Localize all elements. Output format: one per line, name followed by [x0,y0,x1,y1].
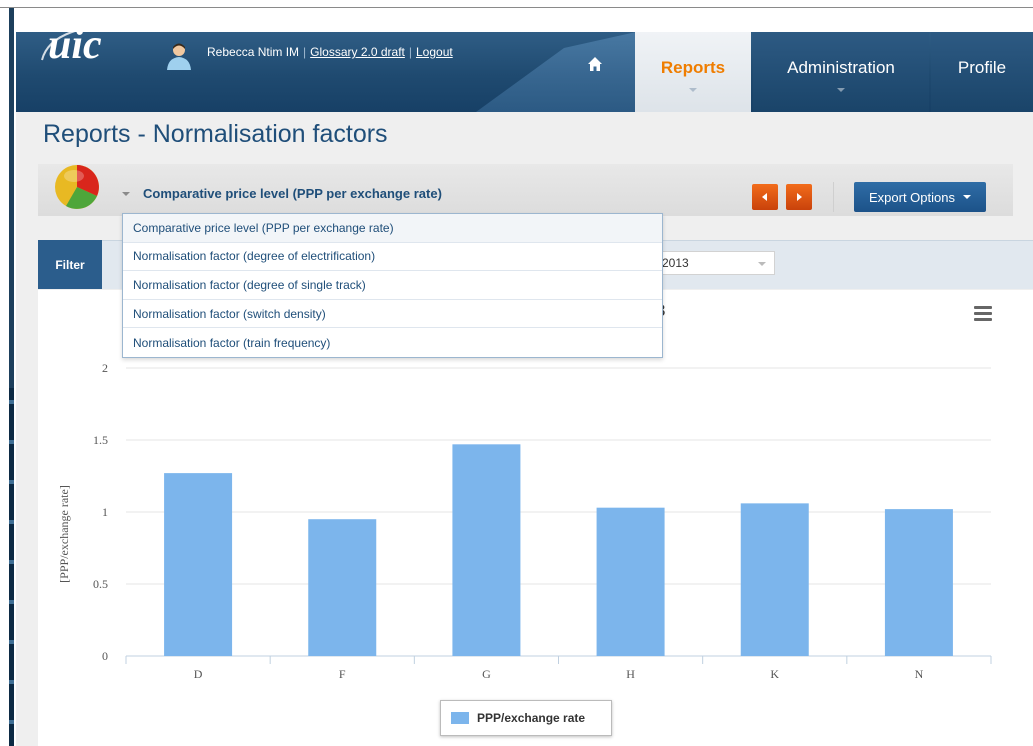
y-tick-label: 1 [102,505,108,519]
bar-H[interactable] [596,507,665,656]
y-tick-label: 1.5 [93,433,108,447]
y-tick-label: 0.5 [93,577,108,591]
x-tick-label: F [339,667,346,681]
bar-K[interactable] [740,503,809,656]
x-tick-label: D [194,667,203,681]
app-frame: uic Rebecca Ntim IM | Glossary 2.0 draft | L… [16,14,1033,746]
bar-D[interactable] [164,473,233,656]
dropdown-option[interactable]: Normalisation factor (switch density) [123,300,662,329]
chart-legend[interactable]: PPP/exchange rate [440,700,612,736]
left-edge-strip [0,8,16,746]
y-axis-label: [PPP/exchange rate] [57,485,71,583]
x-tick-label: H [626,667,635,681]
y-tick-label: 2 [102,361,108,375]
dropdown-option[interactable]: Normalisation factor (degree of single t… [123,271,662,300]
dropdown-option[interactable]: Normalisation factor (degree of electrif… [123,243,662,272]
report-selector-dropdown: Comparative price level (PPP per exchang… [122,213,663,358]
window-top-border [0,7,1033,8]
bar-F[interactable] [308,519,377,656]
bar-G[interactable] [452,444,521,656]
x-tick-label: G [482,667,491,681]
legend-label: PPP/exchange rate [477,711,586,725]
dropdown-option[interactable]: Normalisation factor (train frequency) [123,328,662,357]
legend-swatch [451,712,469,724]
y-axis-label-text: [PPP/exchange rate] [57,485,71,583]
bar-chart: 0 0.5 1 1.5 2 D F G H K N [93,361,992,681]
bar-N[interactable] [884,509,953,656]
x-tick-label: N [915,667,924,681]
dropdown-option[interactable]: Comparative price level (PPP per exchang… [123,214,662,243]
y-tick-label: 0 [102,649,108,663]
x-tick-label: K [770,667,779,681]
